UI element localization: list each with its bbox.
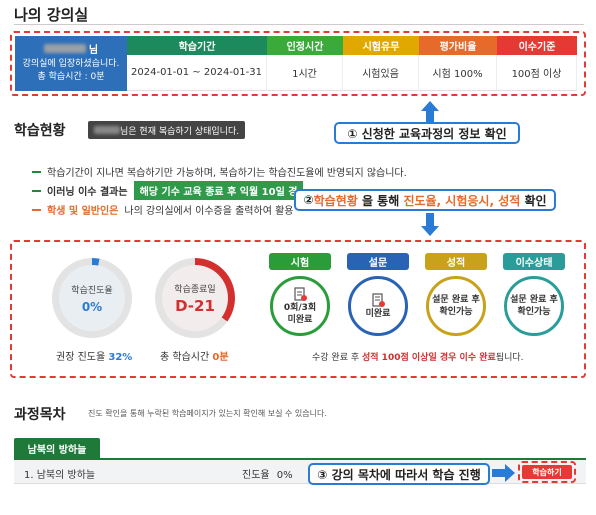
- total-time-label: 총 학습시간: [160, 352, 210, 363]
- progress-value: 0%: [81, 299, 103, 314]
- status-name-blurred: [94, 126, 120, 134]
- toc-progress-value: 0%: [276, 470, 293, 481]
- completion-note: 수강 완료 후 성적 100점 이상일 경우 이수 완료됩니다.: [312, 350, 524, 363]
- status-text: 님은 현재 복습하기 상태입니다.: [120, 126, 240, 137]
- toc-row-progress: 진도율 0%: [242, 466, 293, 481]
- completion-line1: 설문 완료 후: [510, 295, 558, 305]
- callout-study-status: ② 학습현황 을 통해 진도율, 시험응시, 성적 확인: [294, 189, 556, 211]
- total-study-time: 총 학습시간 0분: [160, 348, 229, 363]
- badge-completion: 이수상태: [503, 253, 565, 270]
- col-exam: 시험유무 시험있음: [343, 36, 419, 91]
- progress-label: 학습진도율: [71, 285, 113, 296]
- study-status-title: 학습현황: [14, 123, 66, 139]
- course-info-box: 님 강의실에 입장하셨습니다. 총 학습시간 : 0분 학습기간 2024-01…: [10, 31, 586, 96]
- grade-line2: 확인가능: [439, 307, 473, 317]
- toc-title: 과정목차: [14, 407, 66, 423]
- end-date-inner: 학습종료일 D-21: [162, 265, 228, 331]
- survey-icon: [372, 293, 385, 307]
- course-info-table: 님 강의실에 입장하셨습니다. 총 학습시간 : 0분 학습기간 2024-01…: [15, 36, 581, 91]
- page-title: 나의 강의실: [14, 6, 89, 24]
- col-criteria: 이수기준 100점 이상: [497, 36, 577, 91]
- progress-inner: 학습진도율 0%: [59, 265, 125, 331]
- col-period: 학습기간 2024-01-01 ~ 2024-01-31: [127, 36, 267, 91]
- toc-row-title: 1. 남북의 방하늘: [24, 470, 96, 481]
- end-date-label: 학습종료일: [174, 284, 216, 295]
- completion-line2: 확인가능: [517, 307, 551, 317]
- stats-panel: 학습진도율 0% 권장 진도율 32% 학습종료일 D-21 총 학습시간 0분…: [10, 240, 586, 378]
- badge-exam: 시험: [269, 253, 331, 270]
- bullet-3-text: 나의 강의실에서 이수증을 출력하여 활용: [124, 206, 294, 217]
- arrow-right-icon: [505, 464, 515, 482]
- completion-status-ring: 설문 완료 후 확인가능: [504, 276, 564, 336]
- exam-status: 미완료: [287, 315, 313, 325]
- total-time-value: 0분: [212, 352, 229, 363]
- end-date-ring: 학습종료일 D-21: [155, 258, 235, 338]
- welcome-text: 강의실에 입장하셨습니다.: [22, 58, 120, 69]
- toc-progress-label: 진도율: [242, 470, 270, 481]
- value-exam: 시험있음: [343, 55, 419, 91]
- bullet-2-text: 이러닝 이수 결과는: [47, 187, 128, 198]
- recommended-value: 32%: [108, 352, 133, 363]
- bullet-3: 학생 및 일반인은 나의 강의실에서 이수증을 출력하여 활용: [32, 202, 294, 217]
- recommended-progress: 권장 진도율 32%: [56, 348, 132, 363]
- user-name-blurred: [43, 43, 86, 53]
- value-criteria: 100점 이상: [497, 55, 577, 91]
- header-credit-time: 인정시간: [267, 36, 343, 55]
- arrow-right-shaft: [492, 469, 506, 477]
- callout2-highlight1: 학습현황: [313, 193, 358, 208]
- col-eval-ratio: 평가비율 시험 100%: [419, 36, 497, 91]
- survey-status-ring: 미완료: [348, 276, 408, 336]
- toc-description: 진도 확인을 통해 누락된 학습페이지가 있는지 확인해 보실 수 있습니다.: [88, 409, 327, 418]
- grade-line1: 설문 완료 후: [432, 295, 480, 305]
- callout-course-info: ① 신청한 교육과정의 정보 확인: [334, 122, 520, 144]
- total-time: 총 학습시간 : 0분: [37, 71, 105, 82]
- header-criteria: 이수기준: [497, 36, 577, 55]
- bullet-2-highlight: 해당 기수 교육 종료 후 익월 10일 경: [133, 181, 304, 200]
- bullet-1: 학습기간이 지나면 복습하기만 가능하며, 복습하기는 학습진도율에 반영되지 …: [32, 164, 407, 179]
- bullet-dash-icon: [32, 170, 41, 173]
- study-button[interactable]: 학습하기: [522, 465, 572, 479]
- bullet-1-text: 학습기간이 지나면 복습하기만 가능하며, 복습하기는 학습진도율에 반영되지 …: [47, 168, 407, 179]
- progress-ring: 학습진도율 0%: [52, 258, 132, 338]
- end-date-value: D-21: [175, 296, 215, 315]
- status-badge: 님은 현재 복습하기 상태입니다.: [88, 121, 246, 139]
- callout2-highlight2: 진도율, 시험응시, 성적: [403, 193, 521, 208]
- bullet-3-highlight: 학생 및 일반인은: [47, 206, 119, 217]
- exam-status-ring: 0회/3회 미완료: [270, 276, 330, 336]
- recommended-label: 권장 진도율: [56, 352, 106, 363]
- toc-tab[interactable]: 남북의 방하늘: [14, 438, 100, 458]
- note-prefix: 수강 완료 후: [312, 353, 362, 363]
- value-period: 2024-01-01 ~ 2024-01-31: [127, 55, 267, 91]
- study-button-highlight: 학습하기: [518, 461, 576, 483]
- badge-survey: 설문: [347, 253, 409, 270]
- grade-status-ring: 설문 완료 후 확인가능: [426, 276, 486, 336]
- callout-toc: ③ 강의 목차에 따라서 학습 진행: [308, 463, 490, 485]
- value-eval-ratio: 시험 100%: [419, 55, 497, 91]
- user-name-suffix: 님: [88, 44, 99, 56]
- arrow-down-icon: [421, 226, 439, 236]
- header-exam: 시험유무: [343, 36, 419, 55]
- exam-icon: [294, 287, 307, 301]
- bullet-dash-icon: [32, 208, 41, 211]
- bullet-dash-icon: [32, 189, 41, 192]
- title-divider: [14, 24, 584, 25]
- exam-count: 0회/3회: [283, 303, 317, 313]
- col-credit-time: 인정시간 1시간: [267, 36, 343, 91]
- value-credit-time: 1시간: [267, 55, 343, 91]
- bullet-2: 이러닝 이수 결과는 해당 기수 교육 종료 후 익월 10일 경: [32, 181, 304, 200]
- note-suffix: 됩니다.: [495, 353, 524, 363]
- callout2-middle: 을 통해: [357, 193, 404, 208]
- header-period: 학습기간: [127, 36, 267, 55]
- callout2-prefix: ②: [303, 193, 314, 207]
- callout2-suffix: 확인: [520, 193, 547, 208]
- survey-status: 미완료: [365, 309, 391, 319]
- course-info-user: 님 강의실에 입장하셨습니다. 총 학습시간 : 0분: [15, 36, 127, 91]
- badge-grade: 성적: [425, 253, 487, 270]
- note-highlight: 성적 100점 이상일 경우 이수 완료: [361, 353, 496, 363]
- arrow-down-shaft: [426, 213, 434, 227]
- header-eval-ratio: 평가비율: [419, 36, 497, 55]
